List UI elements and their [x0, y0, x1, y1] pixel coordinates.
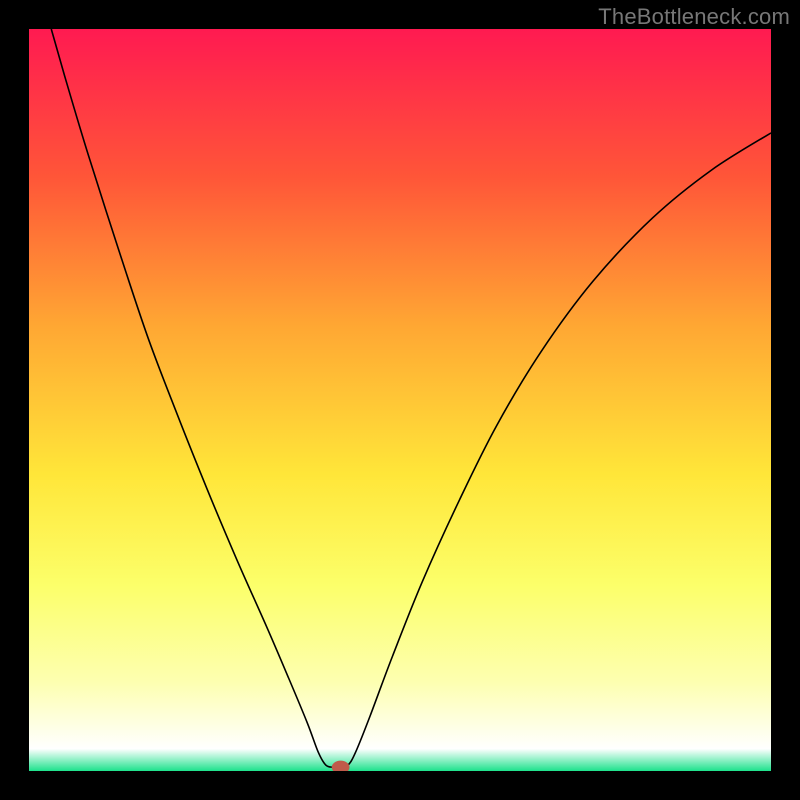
watermark-label: TheBottleneck.com — [598, 4, 790, 30]
chart-frame: TheBottleneck.com — [0, 0, 800, 800]
bottleneck-chart — [29, 29, 771, 771]
chart-background — [29, 29, 771, 771]
